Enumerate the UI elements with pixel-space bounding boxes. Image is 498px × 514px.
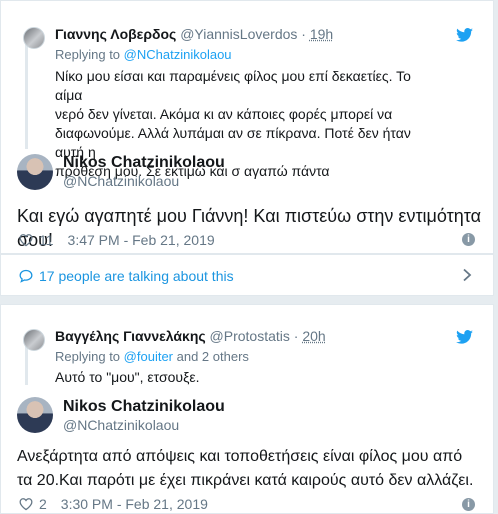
replying-to-label: Replying to bbox=[55, 349, 121, 364]
speech-bubble-icon bbox=[19, 269, 33, 283]
quoted-replying-to: Replying to @fouiter and 2 others bbox=[55, 349, 249, 364]
tweet-text-line: Ανεξάρτητα από απόψεις και τοποθετήσεις … bbox=[17, 448, 463, 465]
like-count[interactable]: 2 bbox=[39, 496, 47, 512]
replying-to-label: Replying to bbox=[55, 47, 121, 62]
quoted-tweet-line: νερό δεν γίνεται. Ακόμα κι αν κάποιες φο… bbox=[55, 106, 393, 122]
quote-thread-line bbox=[25, 39, 28, 149]
quoted-tweet-header: Βαγγέλης Γιαννελάκης @Protostatis · 20h bbox=[55, 328, 326, 344]
author-handle[interactable]: @NChatzinikolaou bbox=[63, 173, 179, 189]
conversation-link[interactable]: 17 people are talking about this bbox=[0, 254, 494, 296]
like-count[interactable]: 11 bbox=[39, 232, 54, 248]
tweet-meta: 11 3:47 PM - Feb 21, 2019 bbox=[19, 232, 215, 248]
replying-to-others[interactable]: and 2 others bbox=[177, 349, 249, 364]
heart-icon[interactable] bbox=[19, 233, 33, 247]
quoted-author-avatar[interactable] bbox=[23, 27, 45, 49]
quoted-author-name[interactable]: Βαγγέλης Γιαννελάκης bbox=[55, 328, 206, 344]
separator-dot: · bbox=[293, 328, 299, 344]
quoted-tweet-time[interactable]: 20h bbox=[302, 328, 325, 344]
conversation-link-row: 17 people are talking about this bbox=[19, 268, 234, 284]
tweet-timestamp[interactable]: 3:47 PM - Feb 21, 2019 bbox=[68, 232, 215, 248]
conversation-link-label[interactable]: 17 people are talking about this bbox=[39, 268, 234, 284]
quoted-tweet-header: Γιαννης Λοβερδος @YiannisLoverdos · 19h bbox=[55, 26, 333, 42]
quoted-tweet-text: Αυτό το "μου", ετσουξε. bbox=[55, 369, 200, 385]
tweet-meta: 2 3:30 PM - Feb 21, 2019 bbox=[19, 496, 208, 512]
author-avatar[interactable] bbox=[17, 397, 53, 433]
author-handle[interactable]: @NChatzinikolaou bbox=[63, 417, 179, 433]
replying-to-mention[interactable]: @NChatzinikolaou bbox=[124, 47, 232, 62]
author-avatar[interactable] bbox=[17, 154, 53, 190]
embedded-tweet-card: Βαγγέλης Γιαννελάκης @Protostatis · 20h … bbox=[0, 304, 494, 514]
heart-icon[interactable] bbox=[19, 497, 33, 511]
tweet-timestamp[interactable]: 3:30 PM - Feb 21, 2019 bbox=[61, 496, 208, 512]
embedded-tweet-card: Γιαννης Λοβερδος @YiannisLoverdos · 19h … bbox=[0, 0, 494, 254]
quoted-tweet-time[interactable]: 19h bbox=[310, 26, 333, 42]
twitter-bird-icon[interactable] bbox=[456, 330, 473, 344]
replying-to-mention[interactable]: @fouiter bbox=[124, 349, 173, 364]
info-icon[interactable]: i bbox=[462, 498, 475, 511]
author-name[interactable]: Nikos Chatzinikolaou bbox=[63, 154, 225, 172]
quoted-author-handle[interactable]: @YiannisLoverdos bbox=[180, 26, 297, 42]
quoted-tweet-line: Νίκο μου είσαι και παραμένεις φίλος μου … bbox=[55, 68, 411, 103]
tweet-text: Ανεξάρτητα από απόψεις και τοποθετήσεις … bbox=[17, 445, 487, 493]
info-icon[interactable]: i bbox=[462, 233, 475, 246]
tweet-text-line: τα 20.Και παρότι με έχει πικράνει κατά κ… bbox=[17, 472, 474, 489]
quoted-author-name[interactable]: Γιαννης Λοβερδος bbox=[55, 26, 176, 42]
separator-dot: · bbox=[301, 26, 306, 42]
quoted-author-handle[interactable]: @Protostatis bbox=[210, 328, 290, 344]
author-name[interactable]: Nikos Chatzinikolaou bbox=[63, 398, 225, 416]
chevron-right-icon[interactable] bbox=[461, 268, 473, 282]
twitter-bird-icon[interactable] bbox=[456, 28, 473, 42]
quoted-author-avatar[interactable] bbox=[23, 329, 45, 351]
quoted-replying-to: Replying to @NChatzinikolaou bbox=[55, 47, 232, 62]
